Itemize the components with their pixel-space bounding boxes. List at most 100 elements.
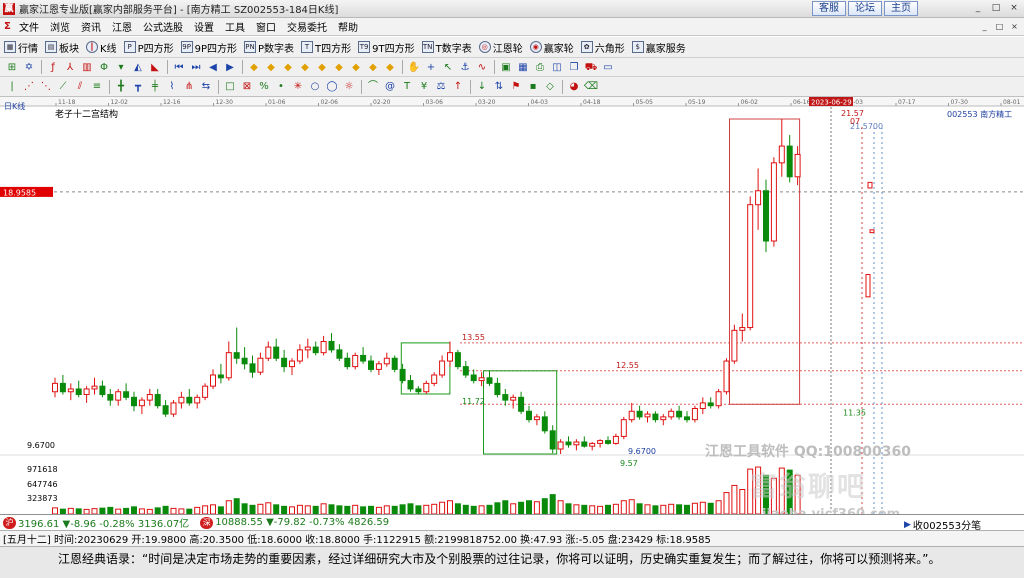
- level-icon[interactable]: ≡: [89, 79, 105, 94]
- diamond-6-icon[interactable]: ◆: [331, 60, 347, 75]
- grid-lines-icon[interactable]: ╪: [147, 79, 163, 94]
- anchor-icon[interactable]: ⚓: [457, 60, 473, 75]
- hexagram-icon[interactable]: ✡: [21, 60, 37, 75]
- menu-tools[interactable]: 工具: [225, 19, 245, 34]
- wave-icon[interactable]: ⌇: [164, 79, 180, 94]
- table-icon[interactable]: ▦: [515, 60, 531, 75]
- diamond-9-icon[interactable]: ◆: [382, 60, 398, 75]
- toolbar-item-3[interactable]: P P四方形: [123, 40, 174, 55]
- next-icon[interactable]: ⏭: [188, 60, 204, 75]
- diamond-2-icon[interactable]: ◆: [263, 60, 279, 75]
- ellipse-icon[interactable]: ◯: [324, 79, 340, 94]
- fork-icon[interactable]: ⋔: [181, 79, 197, 94]
- dot-icon[interactable]: •: [273, 79, 289, 94]
- menu-gann[interactable]: 江恩: [112, 19, 132, 34]
- diamond-7-icon[interactable]: ◆: [348, 60, 364, 75]
- menu-file[interactable]: 文件: [19, 19, 39, 34]
- mdi-close-button[interactable]: ×: [1009, 21, 1020, 32]
- gann-box-icon[interactable]: ⊠: [239, 79, 255, 94]
- hand-icon[interactable]: ✋: [406, 60, 422, 75]
- diamond-outline-icon[interactable]: ◇: [542, 79, 558, 94]
- arrow-down-small-icon[interactable]: ▾: [113, 60, 129, 75]
- triangle-icon[interactable]: ◭: [130, 60, 146, 75]
- prev-icon[interactable]: ◀: [205, 60, 221, 75]
- toolbar-item-11[interactable]: ✿ 六角形: [580, 40, 625, 55]
- top-link-forum[interactable]: 论坛: [848, 1, 882, 16]
- close-button[interactable]: ×: [1007, 2, 1021, 15]
- trend-icon[interactable]: ∿: [474, 60, 490, 75]
- screen-icon[interactable]: ▭: [600, 60, 616, 75]
- print-icon[interactable]: ⎙: [532, 60, 548, 75]
- color-wheel-icon[interactable]: ◕: [566, 79, 582, 94]
- toolbar-item-0[interactable]: ▦ 行情: [4, 40, 38, 55]
- image-icon[interactable]: ▣: [498, 60, 514, 75]
- menu-help[interactable]: 帮助: [338, 19, 358, 34]
- layout-icon[interactable]: ◫: [549, 60, 565, 75]
- toolbar-item-9[interactable]: ◎ 江恩轮: [478, 40, 523, 55]
- arrow-down-icon[interactable]: ↓: [474, 79, 490, 94]
- flag-end-icon[interactable]: ⚑: [508, 79, 524, 94]
- arrow-up-icon[interactable]: ↑: [450, 79, 466, 94]
- phase-icon[interactable]: Φ: [96, 60, 112, 75]
- vline-icon[interactable]: |: [4, 79, 20, 94]
- menu-trade[interactable]: 交易委托: [287, 19, 327, 34]
- circle-icon[interactable]: ○: [307, 79, 323, 94]
- indicator-icon[interactable]: ⅄: [62, 60, 78, 75]
- spiral-icon[interactable]: @: [382, 79, 398, 94]
- diamond-1-icon[interactable]: ◆: [246, 60, 262, 75]
- minimize-button[interactable]: _: [971, 2, 985, 15]
- star-icon[interactable]: ✳: [290, 79, 306, 94]
- square-icon[interactable]: □: [222, 79, 238, 94]
- rays-icon[interactable]: ⋰: [21, 79, 37, 94]
- bars-icon[interactable]: ▥: [79, 60, 95, 75]
- toolbar-item-6[interactable]: T T四方形: [301, 40, 351, 55]
- toolbar-item-1[interactable]: ▤ 板块: [45, 40, 79, 55]
- cross-icon[interactable]: ╋: [113, 79, 129, 94]
- toolbar-item-4[interactable]: 9P 9P四方形: [180, 40, 237, 55]
- diamond-3-icon[interactable]: ◆: [280, 60, 296, 75]
- toolbar-item-7[interactable]: T9 9T四方形: [358, 40, 415, 55]
- mdi-restore-button[interactable]: □: [994, 21, 1005, 32]
- diamond-8-icon[interactable]: ◆: [365, 60, 381, 75]
- menu-window[interactable]: 窗口: [256, 19, 276, 34]
- stock-select-icon[interactable]: ⊞: [4, 60, 20, 75]
- top-link-home[interactable]: 主页: [884, 1, 918, 16]
- sh-index-text[interactable]: 3196.61 ▼-8.96 -0.28% 3136.07亿: [18, 515, 189, 530]
- channel-icon[interactable]: ⫽: [72, 79, 88, 94]
- percent-icon[interactable]: %: [256, 79, 272, 94]
- diamond-4-icon[interactable]: ◆: [297, 60, 313, 75]
- price-tag-icon[interactable]: ¥: [416, 79, 432, 94]
- last-icon[interactable]: ▶: [222, 60, 238, 75]
- sun-icon[interactable]: ☼: [341, 79, 357, 94]
- formula-icon[interactable]: ƒ: [45, 60, 61, 75]
- book-icon[interactable]: ❐: [566, 60, 582, 75]
- slope-icon[interactable]: ⟋: [55, 79, 71, 94]
- exchange-icon[interactable]: ⇅: [491, 79, 507, 94]
- sz-index-text[interactable]: 10888.55 ▼-79.82 -0.73% 4826.59: [215, 517, 389, 528]
- toolbar-item-8[interactable]: TN T数字表: [421, 40, 472, 55]
- tshape-icon[interactable]: ┳: [130, 79, 146, 94]
- square-dot-icon[interactable]: ▪: [525, 79, 541, 94]
- toolbar-item-12[interactable]: $ 赢家服务: [631, 40, 686, 55]
- menu-news[interactable]: 资讯: [81, 19, 101, 34]
- maximize-button[interactable]: □: [989, 2, 1003, 15]
- toolbar-item-10[interactable]: ◉ 赢家轮: [529, 40, 574, 55]
- toolbar-item-5[interactable]: PN P数字表: [244, 40, 294, 55]
- crosshair-icon[interactable]: +: [423, 60, 439, 75]
- first-icon[interactable]: ⏮: [171, 60, 187, 75]
- flag-icon[interactable]: ◣: [147, 60, 163, 75]
- chart-area[interactable]: 11-18 12-02 12-16 12-30 01-06 02-06 02-20 03-06…: [0, 97, 1024, 522]
- cursor-icon[interactable]: ↖: [440, 60, 456, 75]
- mdi-minimize-button[interactable]: _: [979, 21, 990, 32]
- toolbar-item-2[interactable]: ┃ K线: [86, 40, 117, 55]
- diamond-5-icon[interactable]: ◆: [314, 60, 330, 75]
- text-icon[interactable]: T: [399, 79, 415, 94]
- erase-icon[interactable]: ⌫: [583, 79, 599, 94]
- menu-browse[interactable]: 浏览: [50, 19, 70, 34]
- menu-formula[interactable]: 公式选股: [143, 19, 183, 34]
- double-arrow-icon[interactable]: ⇆: [198, 79, 214, 94]
- top-link-support[interactable]: 客服: [812, 1, 846, 16]
- balance-icon[interactable]: ⚖: [433, 79, 449, 94]
- fan-icon[interactable]: ⋱: [38, 79, 54, 94]
- menu-settings[interactable]: 设置: [194, 19, 214, 34]
